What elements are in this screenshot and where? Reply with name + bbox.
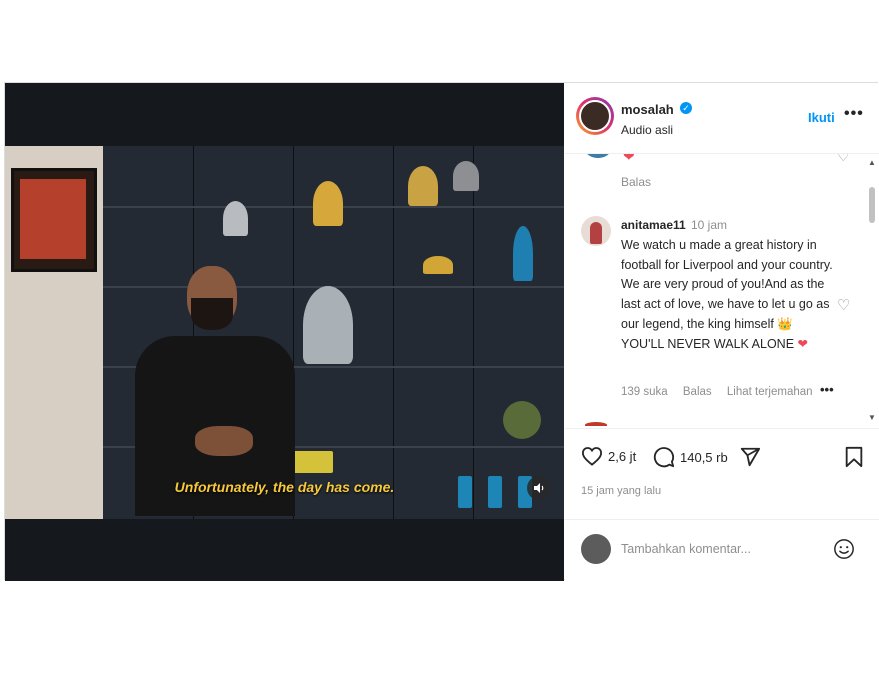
commenter-username[interactable]: anitamae11 bbox=[621, 218, 686, 232]
mute-button[interactable] bbox=[527, 476, 551, 500]
comment-text: We watch u made a great history in footb… bbox=[621, 236, 835, 354]
scroll-down-icon[interactable]: ▼ bbox=[868, 413, 876, 422]
comment-likes[interactable]: 139 suka bbox=[621, 386, 668, 398]
post-header: mosalah ✓ Audio asli Ikuti ••• bbox=[565, 83, 879, 154]
heart-emoji-icon: ❤ bbox=[797, 336, 809, 351]
emoji-icon[interactable] bbox=[833, 538, 855, 560]
speaker-icon bbox=[534, 483, 544, 493]
heart-emoji-icon: ❤ bbox=[623, 154, 635, 164]
follow-button[interactable]: Ikuti bbox=[808, 110, 835, 125]
comments-scrollbar[interactable]: ▲ ▼ bbox=[867, 155, 877, 425]
post-time-ago: 15 jam yang lalu bbox=[581, 485, 662, 497]
comment-time: 10 jam bbox=[691, 218, 728, 232]
comment-button[interactable]: 140,5 rb bbox=[653, 446, 728, 468]
like-comment-icon[interactable]: ♡ bbox=[837, 154, 850, 165]
more-options-icon[interactable]: ••• bbox=[844, 105, 864, 123]
likes-count[interactable]: 2,6 jt bbox=[608, 449, 636, 464]
scrollbar-thumb[interactable] bbox=[869, 187, 875, 223]
author-username[interactable]: mosalah bbox=[621, 102, 674, 117]
next-comment-avatar bbox=[585, 422, 607, 426]
post-side-panel: mosalah ✓ Audio asli Ikuti ••• ❤ ♡ Balas… bbox=[565, 83, 879, 581]
heart-icon bbox=[581, 447, 603, 466]
bookmark-icon bbox=[845, 446, 863, 468]
previous-comment-avatar bbox=[583, 154, 613, 158]
like-comment-icon[interactable]: ♡ bbox=[837, 296, 850, 314]
translate-link[interactable]: Lihat terjemahan bbox=[727, 386, 813, 398]
reply-button[interactable]: Balas bbox=[621, 175, 651, 189]
video-subtitle: Unfortunately, the day has come. bbox=[174, 479, 395, 495]
commenter-avatar[interactable] bbox=[581, 216, 611, 246]
post-card: Unfortunately, the day has come. mosalah… bbox=[4, 82, 879, 581]
reply-button[interactable]: Balas bbox=[683, 386, 712, 398]
post-actions: 2,6 jt 140,5 rb 15 jam yang lalu bbox=[565, 428, 879, 519]
add-comment-bar bbox=[565, 519, 879, 582]
comment-body: We watch u made a great history in footb… bbox=[621, 238, 833, 351]
scroll-up-icon[interactable]: ▲ bbox=[868, 158, 876, 167]
audio-label[interactable]: Audio asli bbox=[621, 123, 673, 137]
save-button[interactable] bbox=[844, 446, 869, 468]
share-icon bbox=[740, 447, 761, 467]
comments-list: ❤ ♡ Balas anitamae11 10 jam We watch u m… bbox=[565, 154, 879, 426]
current-user-avatar bbox=[581, 534, 611, 564]
comment-input[interactable] bbox=[621, 542, 821, 556]
comment-options-icon[interactable]: ••• bbox=[820, 382, 834, 397]
like-button[interactable]: 2,6 jt bbox=[581, 446, 636, 466]
share-button[interactable] bbox=[739, 446, 766, 468]
video-frame bbox=[5, 146, 564, 519]
comment-meta: 139 suka Balas Lihat terjemahan bbox=[621, 386, 825, 398]
wall-painting bbox=[11, 168, 97, 272]
comments-count[interactable]: 140,5 rb bbox=[680, 450, 728, 465]
video-player[interactable]: Unfortunately, the day has come. bbox=[5, 83, 564, 581]
author-avatar[interactable] bbox=[576, 97, 614, 135]
verified-badge-icon: ✓ bbox=[680, 102, 692, 114]
comment-icon bbox=[653, 447, 675, 468]
